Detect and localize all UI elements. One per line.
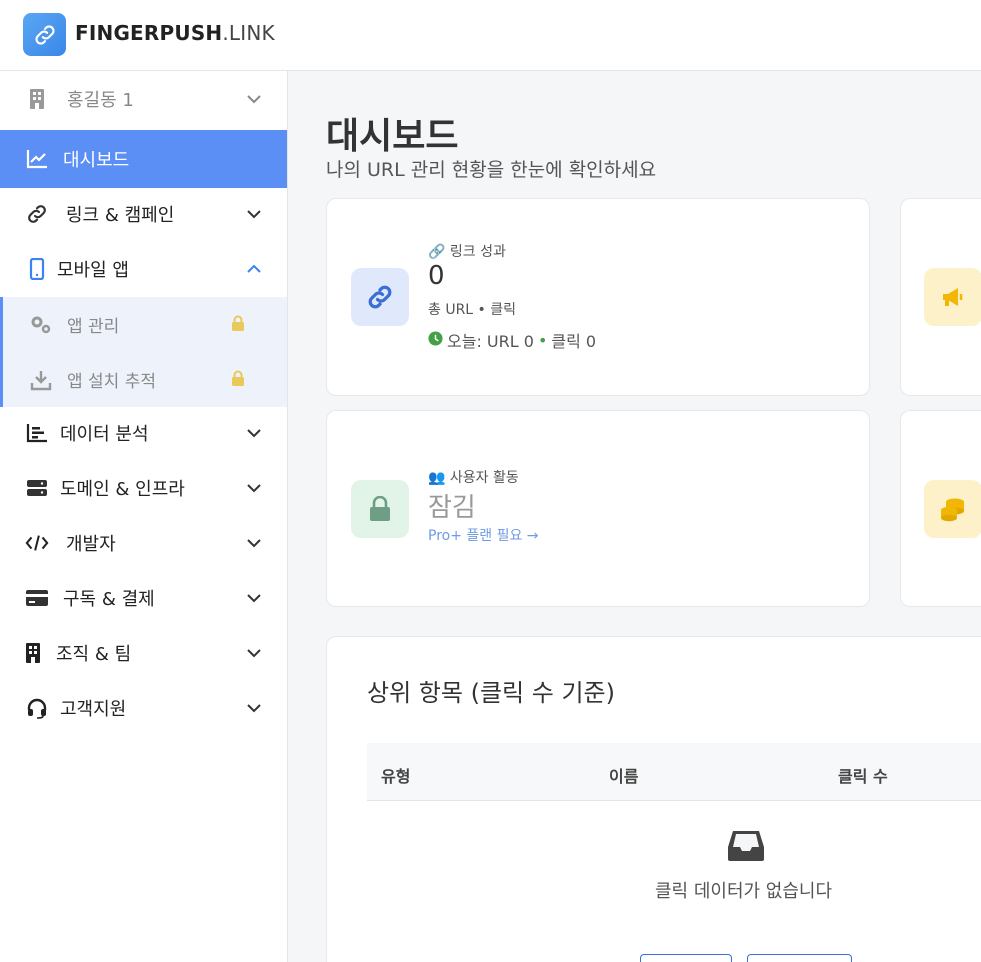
chevron-down-icon <box>245 699 263 717</box>
card-value: 0 <box>428 261 445 291</box>
top-header: FINGERPUSH.LINK <box>0 0 981 71</box>
chevron-down-icon <box>245 479 263 497</box>
sidebar-item-label: 구독 & 결제 <box>63 588 155 610</box>
sidebar-item-org-team[interactable]: 조직 & 팀 <box>0 625 287 680</box>
chevron-down-icon <box>245 90 263 108</box>
column-header-type[interactable]: 유형 <box>381 763 410 787</box>
empty-state-text: 클릭 데이터가 없습니다 <box>655 881 833 902</box>
user-activity-card[interactable]: 👥 사용자 활동 잠김 Pro+ 플랜 필요 → <box>326 410 870 607</box>
lock-icon <box>231 315 245 335</box>
today-url: 오늘: URL 0 <box>447 332 534 351</box>
brand-name-light: .LINK <box>222 21 275 45</box>
sidebar-item-links-campaigns[interactable]: 링크 & 캠페인 <box>0 186 287 241</box>
sidebar-item-label: 앱 설치 추적 <box>67 372 157 392</box>
credit-card-icon <box>25 586 49 610</box>
server-icon <box>25 476 49 500</box>
chevron-down-icon <box>245 644 263 662</box>
card-label: 👥 사용자 활동 <box>428 467 519 487</box>
card-description: 총 URL • 클릭 <box>428 302 517 318</box>
mobile-app-submenu: 앱 관리 앱 설치 추적 <box>0 297 287 407</box>
link-small-icon: 🔗 <box>428 244 446 260</box>
sidebar-item-label: 모바일 앱 <box>57 259 129 281</box>
chevron-down-icon <box>245 205 263 223</box>
sidebar-item-subscription-billing[interactable]: 구독 & 결제 <box>0 570 287 625</box>
org-name: 홍길동 1 <box>67 89 134 111</box>
sidebar-item-customer-support[interactable]: 고객지원 <box>0 680 287 735</box>
card-label-text: 링크 성과 <box>449 244 506 260</box>
sidebar-item-app-install-tracking[interactable]: 앱 설치 추적 <box>3 352 287 407</box>
org-selector[interactable]: 홍길동 1 <box>0 71 287 126</box>
chevron-down-icon <box>245 589 263 607</box>
sidebar-item-data-analysis[interactable]: 데이터 분석 <box>0 405 287 460</box>
main-content: 대시보드 나의 URL 관리 현황을 한눈에 확인하세요 🔗 링크 성과 0 총… <box>288 71 981 962</box>
table-action-button-1[interactable] <box>640 954 732 962</box>
today-stats: 오늘: URL 0 • 클릭 0 <box>428 328 596 352</box>
section-title: 상위 항목 (클릭 수 기준) <box>367 679 615 707</box>
sidebar-item-app-management[interactable]: 앱 관리 <box>3 297 287 352</box>
today-clicks: 클릭 0 <box>551 332 597 351</box>
sidebar: 홍길동 1 대시보드 링크 & 캠페인 모바일 앱 앱 관리 앱 설치 추적 데… <box>0 71 288 962</box>
sidebar-item-label: 도메인 & 인프라 <box>60 478 185 500</box>
inbox-icon <box>727 829 765 867</box>
card-value-locked: 잠김 <box>428 493 476 523</box>
page-subtitle: 나의 URL 관리 현황을 한눈에 확인하세요 <box>326 159 657 181</box>
table-action-button-2[interactable] <box>747 954 852 962</box>
sidebar-item-dashboard[interactable]: 대시보드 <box>0 130 287 188</box>
chart-line-icon <box>25 147 49 171</box>
sidebar-item-mobile-app[interactable]: 모바일 앱 <box>0 241 287 296</box>
link-performance-card[interactable]: 🔗 링크 성과 0 총 URL • 클릭 오늘: URL 0 • 클릭 0 <box>326 198 870 396</box>
sidebar-item-domain-infra[interactable]: 도메인 & 인프라 <box>0 460 287 515</box>
brand-name[interactable]: FINGERPUSH.LINK <box>75 21 275 45</box>
billing-card[interactable] <box>900 410 981 607</box>
chevron-down-icon <box>245 534 263 552</box>
mobile-phone-icon <box>25 257 49 281</box>
link-icon <box>25 202 49 226</box>
column-header-name[interactable]: 이름 <box>609 763 638 787</box>
building-icon <box>25 87 49 111</box>
sidebar-item-label: 링크 & 캠페인 <box>66 204 175 226</box>
gears-icon <box>29 313 53 337</box>
download-icon <box>29 368 53 392</box>
code-icon <box>25 531 49 555</box>
card-label: 🔗 링크 성과 <box>428 241 506 261</box>
card-label-text: 사용자 활동 <box>449 470 519 486</box>
sidebar-item-label: 앱 관리 <box>67 317 120 337</box>
sidebar-item-label: 대시보드 <box>63 150 130 171</box>
sidebar-item-label: 데이터 분석 <box>60 423 149 445</box>
table-header: 유형 이름 클릭 수 <box>367 743 981 801</box>
column-header-clicks[interactable]: 클릭 수 <box>838 763 888 787</box>
headset-icon <box>25 696 49 720</box>
campaign-card[interactable] <box>900 198 981 396</box>
coins-icon <box>924 480 981 538</box>
chevron-down-icon <box>245 424 263 442</box>
chevron-up-icon <box>245 260 263 278</box>
users-icon: 👥 <box>428 470 446 486</box>
sidebar-item-label: 고객지원 <box>60 698 127 720</box>
building-icon <box>24 641 42 665</box>
clock-icon <box>428 330 443 350</box>
top-items-card: 상위 항목 (클릭 수 기준) 유형 이름 클릭 수 클릭 데이터가 없습니다 <box>326 636 981 962</box>
page-title: 대시보드 <box>326 116 459 157</box>
sidebar-item-label: 조직 & 팀 <box>56 643 132 665</box>
link-icon <box>351 268 409 326</box>
logo-link-icon[interactable] <box>23 13 66 56</box>
chart-bar-icon <box>25 421 49 445</box>
lock-icon <box>231 370 245 390</box>
upgrade-link[interactable]: Pro+ 플랜 필요 → <box>428 525 539 545</box>
megaphone-icon <box>924 268 981 326</box>
brand-name-bold: FINGERPUSH <box>75 21 223 45</box>
sidebar-item-developer[interactable]: 개발자 <box>0 515 287 570</box>
sidebar-item-label: 개발자 <box>66 533 116 555</box>
today-separator: • <box>537 330 548 350</box>
lock-icon <box>351 480 409 538</box>
